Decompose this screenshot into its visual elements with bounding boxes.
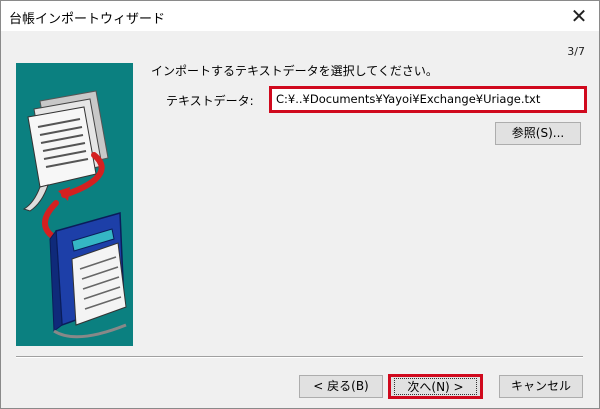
footer-divider [16,356,583,358]
step-indicator: 3/7 [567,45,585,58]
cancel-button[interactable]: キャンセル [499,375,583,398]
blue-book-icon [49,212,127,339]
window-title: 台帳インポートウィザード [9,12,166,27]
close-icon[interactable]: ✕ [565,3,593,29]
next-button[interactable]: 次へ(N) > [388,374,483,399]
wizard-window: 台帳インポートウィザード ✕ 3/7 インポートするテキストデータを選択してくだ… [0,0,600,409]
title-bar: 台帳インポートウィザード ✕ [1,1,599,31]
file-path-value: C:¥..¥Documents¥Yayoi¥Exchange¥Uriage.tx… [276,92,541,106]
back-button[interactable]: < 戻る(B) [299,375,383,398]
instruction-text: インポートするテキストデータを選択してください。 [151,64,438,78]
wizard-illustration [16,63,133,346]
browse-button[interactable]: 参照(S)... [495,122,581,145]
next-button-label: 次へ(N) > [407,380,464,394]
file-path-field[interactable]: C:¥..¥Documents¥Yayoi¥Exchange¥Uriage.tx… [269,86,587,113]
text-data-label: テキストデータ: [166,94,254,108]
illustration-graphic [22,90,127,339]
